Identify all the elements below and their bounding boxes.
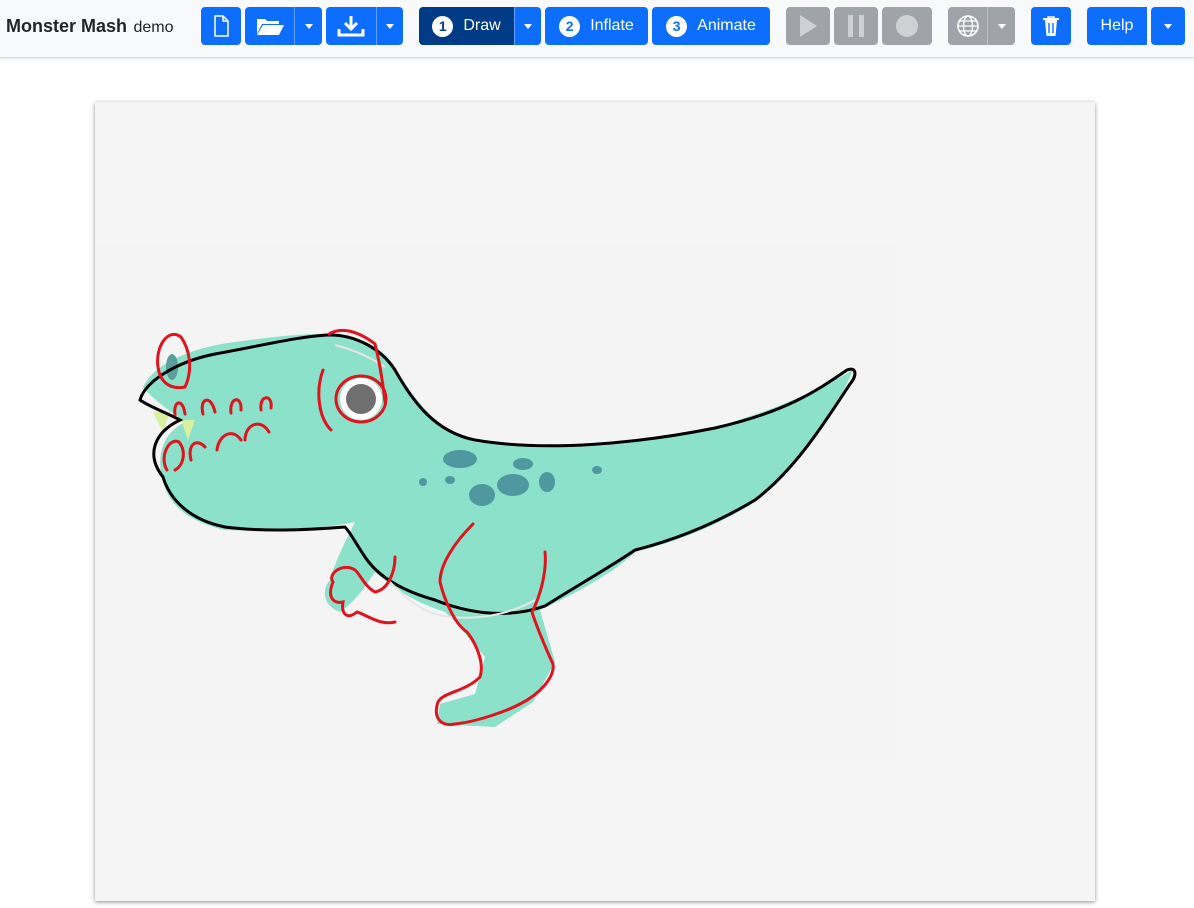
chevron-down-icon: [1164, 23, 1172, 29]
chevron-down-icon: [997, 23, 1006, 29]
help-label: Help: [1100, 17, 1134, 34]
help-dropdown-toggle[interactable]: [1151, 7, 1185, 45]
animate-mode-label: Animate: [697, 17, 756, 34]
step-1-icon: 1: [432, 15, 454, 37]
delete-button[interactable]: [1031, 7, 1071, 45]
chevron-down-icon: [386, 23, 394, 29]
save-dropdown-toggle[interactable]: [376, 7, 403, 45]
app-title: Monster Mash: [6, 16, 128, 36]
inflate-mode-label: Inflate: [590, 17, 634, 34]
record-icon: [896, 15, 918, 37]
help-button[interactable]: Help: [1087, 7, 1147, 45]
play-icon: [800, 15, 817, 37]
app-brand: Monster Mash demo: [6, 16, 174, 37]
record-button[interactable]: [882, 7, 932, 45]
save-button[interactable]: [326, 7, 376, 45]
download-icon: [337, 16, 365, 37]
app-subtitle: demo: [133, 19, 174, 36]
pause-button[interactable]: [834, 7, 878, 45]
folder-open-icon: [256, 19, 284, 35]
step-2-icon: 2: [559, 15, 581, 37]
open-button[interactable]: [245, 7, 294, 45]
animate-mode-button[interactable]: 3 Animate: [652, 7, 770, 45]
draw-mode-dropdown-toggle[interactable]: [514, 7, 541, 45]
step-3-icon: 3: [666, 15, 688, 37]
new-button[interactable]: [201, 7, 241, 45]
chevron-down-icon: [524, 23, 532, 29]
globe-icon: [956, 15, 979, 37]
play-button[interactable]: [786, 7, 830, 45]
pause-icon: [848, 15, 864, 37]
language-button[interactable]: [948, 7, 987, 45]
draw-mode-label: Draw: [463, 17, 501, 34]
canvas-drawing: [95, 245, 895, 759]
open-dropdown-toggle[interactable]: [294, 7, 322, 45]
file-icon: [214, 15, 229, 37]
drawing-canvas[interactable]: [95, 102, 1095, 901]
trash-icon: [1043, 16, 1059, 36]
language-dropdown-toggle[interactable]: [987, 7, 1015, 45]
chevron-down-icon: [304, 23, 313, 29]
inflate-mode-button[interactable]: 2 Inflate: [545, 7, 648, 45]
top-toolbar: Monster Mash demo 1 Draw 2 Inflate 3 Ani…: [0, 0, 1194, 58]
draw-mode-button[interactable]: 1 Draw: [419, 7, 514, 45]
